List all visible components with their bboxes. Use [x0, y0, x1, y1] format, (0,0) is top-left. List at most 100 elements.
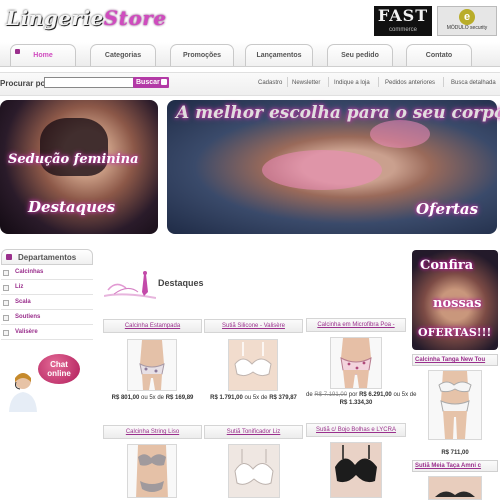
side-product-title-link[interactable]: Calcinha Tanga New Tou [412, 354, 498, 366]
price-installment-value: R$ 379,87 [269, 395, 297, 401]
bullet-icon [3, 315, 9, 321]
link-indique-loja[interactable]: Indique a loja [334, 80, 370, 86]
modulo-logo-icon: e [459, 9, 475, 25]
bullet-icon [3, 270, 9, 276]
fast-sub: commerce [388, 27, 417, 33]
tab-label: Promoções [182, 52, 222, 59]
side-product-image[interactable] [428, 476, 482, 500]
divider [443, 77, 444, 87]
store-logo[interactable]: LingerieStore [6, 6, 167, 30]
logo-part1: Lingerie [6, 6, 104, 30]
price-prefix: de [306, 392, 313, 398]
tab-categorias[interactable]: Categorias [90, 44, 156, 66]
product-image[interactable] [330, 442, 382, 498]
product-title-link[interactable]: Calcinha em Microfibra Poa - [306, 318, 406, 332]
product-title-link[interactable]: Sutiã c/ Bojo Bolhas e LYCRA [306, 423, 406, 437]
tab-icon [15, 49, 20, 54]
product-title-link[interactable]: Calcinha String Liso [103, 425, 202, 439]
side-product-price: R$ 711,00 [412, 450, 498, 456]
department-label: Liz [15, 284, 24, 290]
bullet-icon [3, 330, 9, 336]
price-installment-value: R$ 169,89 [165, 395, 194, 401]
price-installment-value: R$ 1.334,30 [339, 400, 373, 406]
product-title-link[interactable]: Sutiã Silicone - Valisère [204, 319, 303, 333]
department-label: Soutiens [15, 314, 41, 320]
product-image[interactable] [228, 444, 280, 498]
destaques-title: Destaques [158, 278, 204, 288]
price-value: R$ 6.291,00 [359, 392, 392, 398]
banner-lingerie-shape [262, 150, 382, 190]
divider [378, 77, 379, 87]
search-button[interactable]: Buscar [133, 77, 169, 88]
tab-label: Contato [425, 52, 453, 59]
product-image[interactable] [127, 339, 177, 391]
divider [328, 77, 329, 87]
department-item[interactable]: Valisère [1, 326, 93, 340]
banner-left-label: Destaques [28, 198, 116, 216]
logo-part2: Store [103, 6, 167, 30]
tab-home[interactable]: Home [10, 44, 76, 66]
price-value: R$ 1.791,00 [210, 395, 243, 401]
tab-seu-pedido[interactable]: Seu pedido [327, 44, 393, 66]
link-busca-detalhada[interactable]: Busca detalhada [451, 80, 496, 86]
department-label: Scala [15, 299, 31, 305]
price-installments: ou 5x de [393, 392, 417, 398]
chat-attendant-icon [9, 373, 37, 412]
search-input[interactable] [44, 77, 136, 88]
chat-line1: Chat [50, 360, 68, 369]
destaques-decor-icon [104, 271, 156, 299]
chat-line2: online [47, 369, 71, 378]
product-price: de R$ 7.191,00 por R$ 6.291,00 ou 5x de R… [306, 391, 416, 407]
department-label: Valisère [15, 329, 38, 335]
modulo-security-badge[interactable]: e MÓDULO security [437, 6, 497, 36]
banner-right-label: Ofertas [416, 200, 479, 218]
department-item[interactable]: Scala [1, 296, 93, 310]
price-value: R$ 801,00 [111, 395, 140, 401]
departments-header: Departamentos [1, 249, 93, 265]
fast-commerce-badge[interactable]: FAST commerce [374, 6, 432, 36]
tab-label: Categorias [104, 52, 142, 59]
department-label: Calcinhas [15, 269, 44, 275]
product-price: R$ 1.791,00 ou 5x de R$ 379,87 [204, 395, 303, 401]
product-price: R$ 801,00 ou 5x de R$ 169,89 [103, 395, 202, 401]
side-product-image[interactable] [428, 370, 482, 440]
tab-lancamentos[interactable]: Lançamentos [245, 44, 313, 66]
fast-title: FAST [377, 6, 429, 25]
promo-line3: OFERTAS!!! [418, 326, 492, 339]
banner-model-figure [40, 118, 108, 176]
search-arrow-icon [161, 79, 167, 85]
tab-label: Seu pedido [341, 52, 379, 59]
link-cadastro[interactable]: Cadastro [258, 80, 282, 86]
product-image[interactable] [127, 444, 177, 498]
promo-line2: nossas [433, 296, 482, 311]
price-value: R$ 711,00 [441, 450, 469, 456]
promo-line1: Confira [420, 258, 474, 273]
department-item[interactable]: Liz [1, 281, 93, 295]
chat-online-button[interactable]: Chat online [38, 354, 80, 384]
bullet-icon [3, 285, 9, 291]
product-title-link[interactable]: Sutiã Tonificador Liz [204, 425, 303, 439]
banner-lingerie-shape [370, 120, 430, 148]
departments-icon [6, 254, 12, 260]
tab-label: Lançamentos [256, 52, 302, 59]
search-button-label: Buscar [136, 79, 160, 86]
tab-contato[interactable]: Contato [406, 44, 472, 66]
banner-right-headline: A melhor escolha para o seu corpo! [176, 103, 500, 123]
price-old: R$ 7.191,00 [314, 392, 348, 398]
divider [287, 77, 288, 87]
department-item[interactable]: Calcinhas [1, 266, 93, 280]
tab-promocoes[interactable]: Promoções [170, 44, 234, 66]
side-product-title-link[interactable]: Sutiã Meia Taça Amni c [412, 460, 498, 472]
product-image[interactable] [228, 339, 278, 391]
departments-title: Departamentos [18, 253, 77, 262]
product-image[interactable] [330, 337, 382, 389]
product-title-link[interactable]: Calcinha Estampada [103, 319, 202, 333]
department-item[interactable]: Soutiens [1, 311, 93, 325]
modulo-sub: MÓDULO security [446, 25, 488, 31]
link-newsletter[interactable]: Newsletter [292, 80, 320, 86]
price-installments: ou 5x de [140, 395, 165, 401]
price-installments: ou 5x de [244, 395, 268, 401]
bullet-icon [3, 300, 9, 306]
tab-label: Home [33, 52, 53, 59]
link-pedidos-anteriores[interactable]: Pedidos anteriores [385, 80, 435, 86]
